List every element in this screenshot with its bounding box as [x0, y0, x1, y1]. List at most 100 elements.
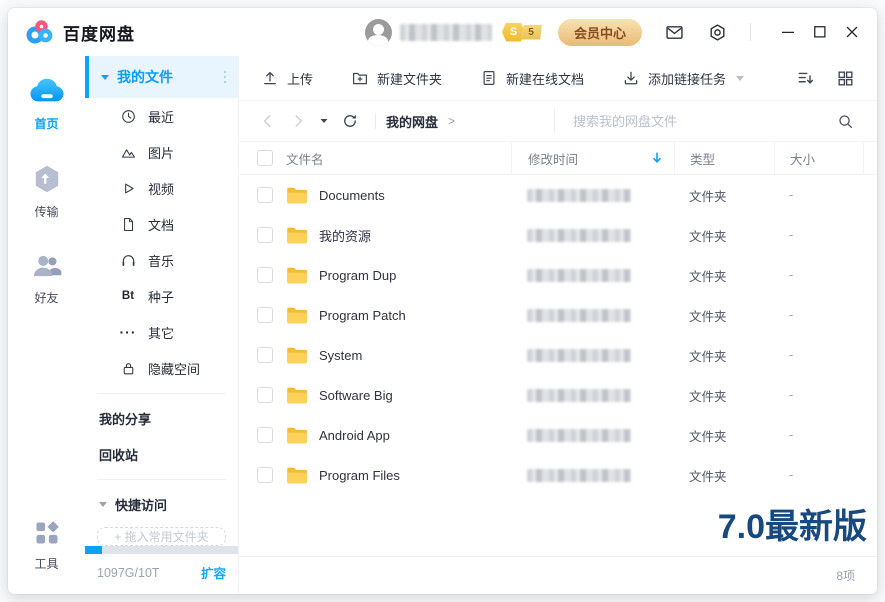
ellipsis-icon: ··· — [119, 328, 137, 336]
add-link-task-button[interactable]: 添加链接任务 — [622, 69, 744, 88]
sidebar-item-my-files[interactable]: 我的文件 — [85, 56, 238, 98]
search-box[interactable] — [554, 108, 863, 134]
history-caret-icon[interactable] — [319, 116, 329, 126]
drag-folder-dropzone[interactable]: + 拖入常用文件夹 — [97, 527, 226, 546]
row-checkbox[interactable] — [257, 347, 273, 363]
file-type: 文件夹 — [689, 346, 727, 365]
row-checkbox[interactable] — [257, 187, 273, 203]
new-folder-button[interactable]: 新建文件夹 — [351, 69, 442, 88]
modified-time-redacted — [527, 429, 631, 442]
main-content: 上传 新建文件夹 新建在线文档 — [239, 56, 877, 594]
user-avatar[interactable] — [365, 19, 392, 46]
sidebar-item-hidden-space[interactable]: 隐藏空间 — [85, 350, 238, 386]
sidebar-item-recycle-bin[interactable]: 回收站 — [85, 436, 238, 472]
file-type: 文件夹 — [689, 306, 727, 325]
baidu-netdisk-logo-icon — [26, 18, 54, 46]
titlebar-divider — [750, 23, 751, 41]
header-modified-time[interactable]: 修改时间 — [528, 149, 578, 168]
search-icon[interactable] — [830, 112, 863, 131]
file-name[interactable]: Documents — [319, 188, 385, 203]
sidebar-item-pictures[interactable]: 图片 — [85, 134, 238, 170]
rail-item-home[interactable]: 首页 — [28, 74, 66, 132]
file-type: 文件夹 — [689, 266, 727, 285]
file-name[interactable]: Android App — [319, 428, 390, 443]
back-button[interactable] — [259, 112, 277, 130]
rail-item-tools[interactable]: 工具 — [32, 518, 62, 572]
videos-label: 视频 — [148, 179, 174, 198]
friends-icon — [30, 250, 64, 282]
rail-item-transfer[interactable]: 传输 — [31, 162, 63, 220]
document-icon — [119, 216, 137, 233]
table-row[interactable]: Software Big 文件夹 - — [239, 375, 877, 415]
file-name[interactable]: Program Dup — [319, 268, 396, 283]
file-name[interactable]: Software Big — [319, 388, 393, 403]
file-name[interactable]: System — [319, 348, 362, 363]
sidebar-item-music[interactable]: 音乐 — [85, 242, 238, 278]
row-checkbox[interactable] — [257, 227, 273, 243]
minimize-button[interactable] — [779, 23, 797, 41]
row-checkbox[interactable] — [257, 307, 273, 323]
folder-icon — [286, 306, 308, 325]
file-name[interactable]: Program Patch — [319, 308, 406, 323]
forward-button[interactable] — [289, 112, 307, 130]
member-center-button[interactable]: 会员中心 — [558, 19, 642, 46]
expand-storage-link[interactable]: 扩容 — [201, 563, 226, 582]
row-checkbox[interactable] — [257, 427, 273, 443]
file-name[interactable]: 我的资源 — [319, 226, 371, 245]
modified-time-redacted — [527, 269, 631, 282]
row-checkbox[interactable] — [257, 387, 273, 403]
more-options-icon[interactable] — [222, 69, 229, 86]
sidebar-item-other[interactable]: ··· 其它 — [85, 314, 238, 350]
folder-icon — [286, 346, 308, 365]
table-row[interactable]: Documents 文件夹 - — [239, 175, 877, 215]
navigation-bar: 我的网盘 > — [239, 100, 877, 141]
refresh-icon[interactable] — [341, 112, 359, 130]
table-row[interactable]: Android App 文件夹 - — [239, 415, 877, 455]
row-checkbox[interactable] — [257, 467, 273, 483]
vip-level-badge[interactable]: S 5 — [502, 23, 542, 42]
modified-time-redacted — [527, 189, 631, 202]
select-all-checkbox[interactable] — [257, 150, 273, 166]
breadcrumb[interactable]: 我的网盘 — [386, 112, 438, 131]
modified-time-redacted — [527, 389, 631, 402]
folder-icon — [286, 266, 308, 285]
file-type: 文件夹 — [689, 466, 727, 485]
table-row[interactable]: Program Dup 文件夹 - — [239, 255, 877, 295]
file-type: 文件夹 — [689, 186, 727, 205]
maximize-button[interactable] — [811, 23, 829, 41]
header-size[interactable]: 大小 — [790, 149, 815, 168]
sidebar-item-recent[interactable]: 最近 — [85, 98, 238, 134]
row-checkbox[interactable] — [257, 267, 273, 283]
close-button[interactable] — [843, 23, 861, 41]
table-row[interactable]: 我的资源 文件夹 - — [239, 215, 877, 255]
bt-icon: Bt — [119, 290, 137, 302]
settings-gear-icon[interactable] — [707, 22, 728, 43]
table-row[interactable]: System 文件夹 - — [239, 335, 877, 375]
rail-label-tools: 工具 — [34, 555, 58, 572]
breadcrumb-arrow: > — [448, 114, 455, 128]
pictures-label: 图片 — [148, 143, 174, 162]
table-row[interactable]: Program Files 文件夹 - — [239, 455, 877, 495]
sidebar-item-videos[interactable]: 视频 — [85, 170, 238, 206]
file-size: - — [789, 348, 793, 362]
sidebar-item-my-shares[interactable]: 我的分享 — [85, 400, 238, 436]
storage-progress-bar — [85, 546, 238, 554]
username-redacted[interactable] — [400, 24, 492, 41]
header-type[interactable]: 类型 — [690, 149, 715, 168]
table-row[interactable]: Program Patch 文件夹 - — [239, 295, 877, 335]
app-logo: 百度网盘 — [26, 18, 135, 46]
new-online-doc-button[interactable]: 新建在线文档 — [480, 69, 584, 88]
rail-item-friends[interactable]: 好友 — [30, 250, 64, 306]
grid-view-icon[interactable] — [836, 69, 855, 88]
mail-icon[interactable] — [664, 22, 685, 43]
upload-button[interactable]: 上传 — [261, 69, 313, 88]
picture-mountain-icon — [119, 144, 137, 161]
sidebar-item-documents[interactable]: 文档 — [85, 206, 238, 242]
sidebar-item-quick-access[interactable]: 快捷访问 — [85, 487, 238, 523]
header-file-name[interactable]: 文件名 — [286, 149, 324, 168]
search-input[interactable] — [571, 113, 830, 130]
sort-desc-arrow-icon[interactable] — [650, 151, 664, 165]
sort-list-icon[interactable] — [796, 68, 816, 88]
sidebar-item-torrents[interactable]: Bt 种子 — [85, 278, 238, 314]
file-name[interactable]: Program Files — [319, 468, 400, 483]
